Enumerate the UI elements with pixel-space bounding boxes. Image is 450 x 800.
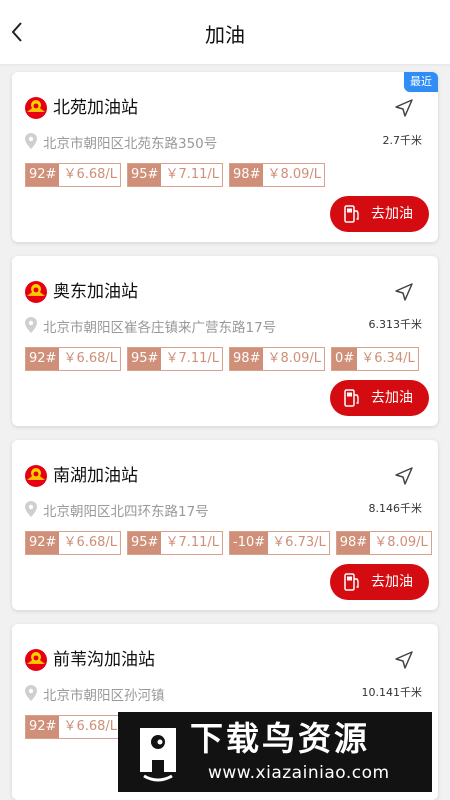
- price-tag: 92# ￥6.68/L: [25, 715, 122, 739]
- go-refuel-label: 去加油: [371, 390, 413, 406]
- location-pin-icon: [25, 501, 37, 517]
- fuel-price: ￥6.34/L: [361, 351, 415, 366]
- fuel-pump-icon: [344, 573, 359, 591]
- price-list: 92# ￥6.68/L 95# ￥7.11/L 98# ￥8.09/L 0# ￥6.34…: [25, 347, 425, 371]
- price-tag: -10# ￥6.73/L: [229, 531, 330, 555]
- fuel-price: ￥7.11/L: [165, 167, 220, 182]
- station-address: 北京市朝阳区孙河镇: [43, 688, 165, 704]
- watermark-title: 下载鸟资源: [190, 719, 370, 758]
- distance: 6.313千米: [368, 318, 423, 331]
- price-tag: 0# ￥6.34/L: [331, 347, 419, 371]
- fuel-price: ￥6.68/L: [63, 535, 118, 550]
- price-tag: 95# ￥7.11/L: [127, 163, 224, 187]
- fuel-price: ￥8.09/L: [267, 167, 322, 182]
- price-list: 92# ￥6.68/L 95# ￥7.11/L -10# ￥6.73/L 98# ￥8.…: [25, 531, 438, 555]
- fuel-price: ￥7.11/L: [165, 351, 220, 366]
- fuel-pump-icon: [344, 389, 359, 407]
- fuel-type: 92#: [26, 348, 60, 370]
- station-name: 南湖加油站: [53, 466, 138, 486]
- distance: 8.146千米: [368, 502, 423, 515]
- nearest-badge: 最近: [404, 72, 438, 92]
- go-refuel-button[interactable]: 去加油: [330, 380, 429, 416]
- fuel-price: ￥6.68/L: [63, 351, 118, 366]
- fuel-type: 95#: [128, 532, 162, 554]
- location-pin-icon: [25, 317, 37, 333]
- station-address: 北京朝阳区北四环东路17号: [43, 504, 209, 520]
- navigate-arrow-icon[interactable]: [394, 282, 414, 302]
- fuel-type: 0#: [332, 348, 358, 370]
- fuel-type: 98#: [230, 164, 264, 186]
- station-name: 北苑加油站: [53, 98, 138, 118]
- bird-logo-icon: [140, 728, 176, 782]
- price-list: 92# ￥6.68/L 95# ￥7.11/L 98# ￥8.09/L: [25, 163, 331, 187]
- price-tag: 98# ￥8.09/L: [229, 347, 326, 371]
- location-pin-icon: [25, 685, 37, 701]
- petrochina-logo-icon: [25, 281, 47, 303]
- go-refuel-label: 去加油: [371, 206, 413, 222]
- station-name: 前苇沟加油站: [53, 650, 155, 670]
- go-refuel-button[interactable]: 去加油: [330, 196, 429, 232]
- price-tag: 98# ￥8.09/L: [335, 531, 432, 555]
- navigate-arrow-icon[interactable]: [394, 466, 414, 486]
- fuel-price: ￥8.09/L: [374, 535, 428, 550]
- navigate-arrow-icon[interactable]: [394, 650, 414, 670]
- fuel-type: 95#: [128, 348, 162, 370]
- location-pin-icon: [25, 133, 37, 149]
- price-tag: 92# ￥6.68/L: [25, 163, 122, 187]
- fuel-type: 92#: [26, 532, 60, 554]
- fuel-pump-icon: [344, 205, 359, 223]
- fuel-type: 95#: [128, 164, 162, 186]
- fuel-type: 98#: [336, 532, 371, 554]
- fuel-type: 98#: [230, 348, 264, 370]
- price-tag: 92# ￥6.68/L: [25, 531, 122, 555]
- price-tag: 95# ￥7.11/L: [127, 347, 224, 371]
- fuel-type: 92#: [26, 716, 60, 738]
- fuel-price: ￥7.11/L: [165, 535, 220, 550]
- distance: 10.141千米: [361, 686, 423, 699]
- go-refuel-button[interactable]: 去加油: [330, 564, 429, 600]
- fuel-type: -10#: [230, 532, 269, 554]
- petrochina-logo-icon: [25, 97, 47, 119]
- price-tag: 95# ￥7.11/L: [127, 531, 224, 555]
- navigate-arrow-icon[interactable]: [394, 98, 414, 118]
- station-card[interactable]: 最近 北苑加油站 2.7千米 北京市朝阳区北苑东路350号 92# ￥6.68/L…: [12, 72, 438, 242]
- petrochina-logo-icon: [25, 465, 47, 487]
- station-address: 北京市朝阳区北苑东路350号: [43, 136, 218, 152]
- page-title: 加油: [205, 23, 245, 47]
- station-name: 奥东加油站: [53, 282, 138, 302]
- fuel-type: 92#: [26, 164, 60, 186]
- fuel-price: ￥8.09/L: [267, 351, 322, 366]
- fuel-price: ￥6.73/L: [272, 535, 326, 550]
- price-tag: 92# ￥6.68/L: [25, 347, 122, 371]
- distance: 2.7千米: [382, 134, 423, 147]
- watermark-banner: 下载鸟资源 www.xiazainiao.com: [118, 712, 432, 792]
- fuel-price: ￥6.68/L: [63, 719, 118, 734]
- fuel-price: ￥6.68/L: [63, 167, 118, 182]
- go-refuel-label: 去加油: [371, 574, 413, 590]
- station-card[interactable]: 奥东加油站 6.313千米 北京市朝阳区崔各庄镇来广营东路17号 92# ￥6.6…: [12, 256, 438, 426]
- station-address: 北京市朝阳区崔各庄镇来广营东路17号: [43, 320, 277, 336]
- petrochina-logo-icon: [25, 649, 47, 671]
- top-bar: 加油: [0, 0, 450, 64]
- price-tag: 98# ￥8.09/L: [229, 163, 326, 187]
- price-list: 92# ￥6.68/L: [25, 715, 127, 739]
- watermark-url: www.xiazainiao.com: [208, 763, 390, 783]
- station-card[interactable]: 南湖加油站 8.146千米 北京朝阳区北四环东路17号 92# ￥6.68/L 9…: [12, 440, 438, 610]
